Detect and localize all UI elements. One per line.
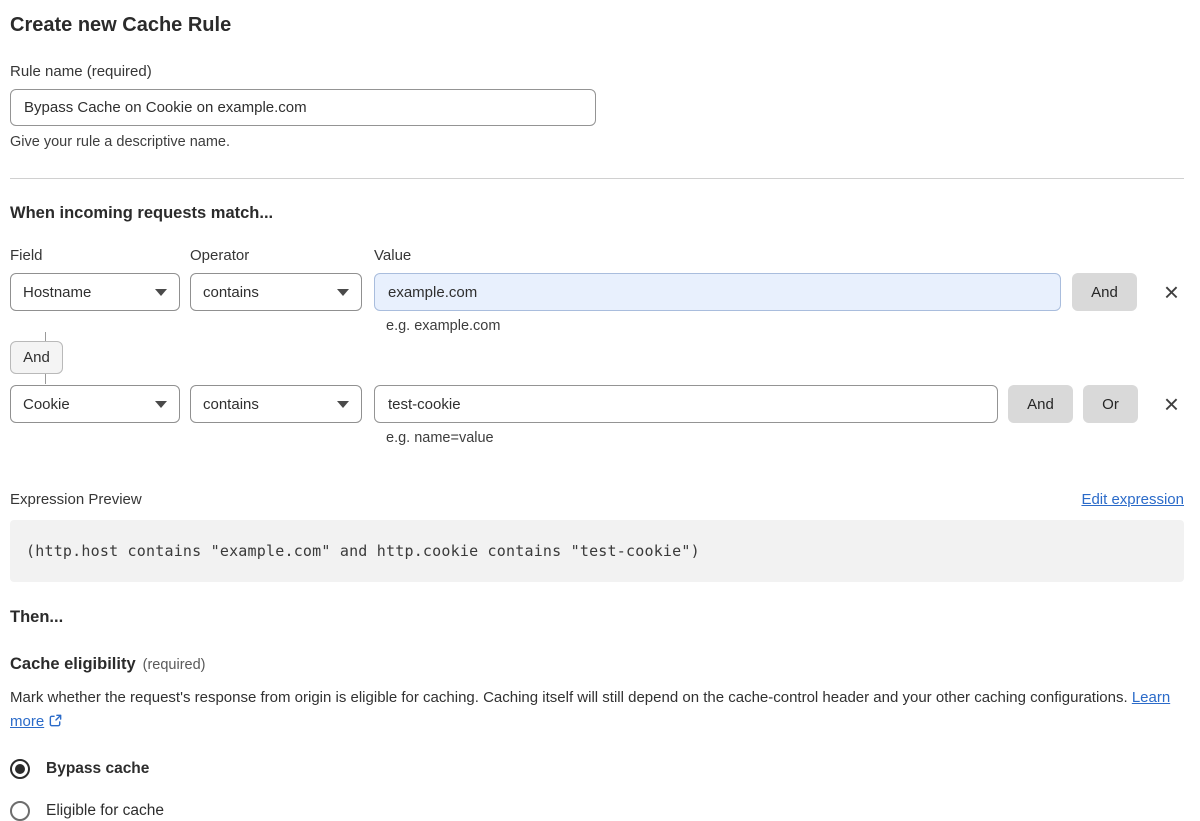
add-or-condition-button[interactable]: Or [1083,385,1138,423]
operator-column-label: Operator [190,247,250,264]
rule-name-input[interactable] [10,89,596,126]
remove-condition-icon[interactable]: × [1162,279,1181,305]
value-input[interactable] [374,385,998,423]
match-row-2: Cookie contains And Or × [10,385,1184,423]
chevron-down-icon [155,288,167,296]
radio-label: Eligible for cache [46,802,165,819]
value-column-label: Value [374,247,412,264]
create-cache-rule-page: Create new Cache Rule Rule name (require… [0,0,1200,821]
condition-connector: And [10,332,1184,384]
edit-expression-link[interactable]: Edit expression [1081,491,1184,508]
eligible-for-cache-radio[interactable]: Eligible for cache [10,801,164,821]
expression-code: (http.host contains "example.com" and ht… [26,542,700,560]
section-divider [10,178,1184,179]
chevron-down-icon [155,400,167,408]
field-select-value: Cookie [23,395,70,413]
bypass-cache-radio[interactable]: Bypass cache [10,759,149,779]
expression-header: Expression Preview Edit expression [10,491,1184,508]
operator-select[interactable]: contains [190,385,362,423]
radio-label: Bypass cache [46,760,150,777]
field-select[interactable]: Hostname [10,273,180,311]
rule-name-section: Rule name (required) Give your rule a de… [10,63,1184,151]
connector-line [45,332,46,341]
rule-name-label: Rule name (required) [10,63,152,80]
chevron-down-icon [337,400,349,408]
expression-preview-label: Expression Preview [10,491,142,508]
match-heading: When incoming requests match... [10,204,274,222]
expression-preview-box: (http.host contains "example.com" and ht… [10,520,1184,582]
rule-name-helper: Give your rule a descriptive name. [10,134,231,150]
operator-select-value: contains [203,283,259,301]
radio-button-icon [10,801,30,821]
match-row-1: Hostname contains And × [10,273,1184,311]
operator-select[interactable]: contains [190,273,362,311]
required-badge: (required) [142,657,206,673]
cache-eligibility-title: Cache eligibility [10,655,136,673]
cache-eligibility-heading: Cache eligibility (required) [10,655,1184,674]
field-select-value: Hostname [23,283,92,301]
value-hint: e.g. example.com [386,318,501,334]
field-select[interactable]: Cookie [10,385,180,423]
connector-line [45,374,46,384]
match-column-labels: Field Operator Value [10,247,1184,264]
operator-select-value: contains [203,395,259,413]
description-text: Mark whether the request's response from… [10,689,1128,706]
chevron-down-icon [337,288,349,296]
cache-eligibility-description: Mark whether the request's response from… [10,686,1184,736]
value-input[interactable] [374,273,1061,311]
external-link-icon [48,712,63,736]
then-heading: Then... [10,608,64,626]
connector-and-button[interactable]: And [10,341,63,374]
remove-condition-icon[interactable]: × [1162,391,1181,417]
page-title: Create new Cache Rule [10,14,232,36]
field-column-label: Field [10,247,43,264]
value-hint: e.g. name=value [386,430,494,446]
add-and-condition-button[interactable]: And [1072,273,1137,311]
radio-button-icon [10,759,30,779]
add-and-condition-button[interactable]: And [1008,385,1073,423]
